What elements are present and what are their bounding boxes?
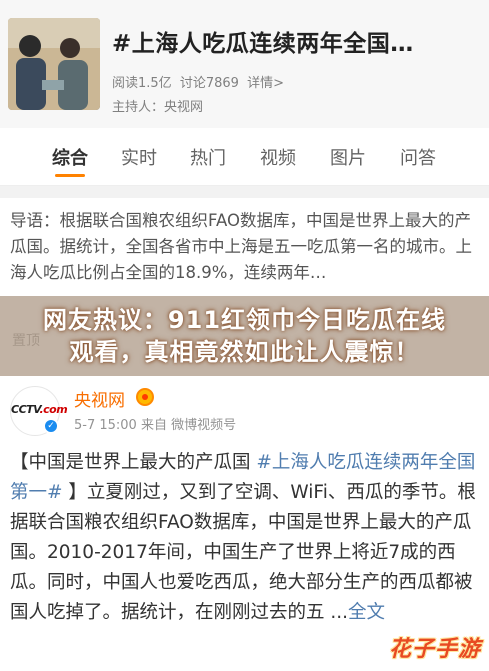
topic-thumbnail[interactable]	[8, 18, 100, 110]
post-text-rest: 】立夏刚过，又到了空调、WiFi、西瓜的季节。根据联合国粮农组织FAO数据库，中…	[10, 482, 476, 623]
avatar-logo-main: CCTV	[11, 403, 40, 416]
banner-line-2: 观看，真相竟然如此让人震惊！	[69, 338, 420, 366]
watermark-logo: 花子手游	[388, 637, 481, 662]
active-tab-indicator	[55, 174, 85, 177]
post-text-start: 【中国是世界上最大的产瓜国	[10, 452, 257, 473]
tab-overall[interactable]: 综合	[40, 144, 100, 170]
topic-title: #上海人吃瓜连续两年全国…	[112, 31, 414, 57]
post-meta: 5-7 15:00 来自 微博视频号	[74, 418, 237, 433]
tab-realtime[interactable]: 实时	[109, 144, 169, 170]
banner-line-1: 网友热议：911红领巾今日吃瓜在线	[42, 306, 447, 334]
topic-host[interactable]: 主持人：央视网	[112, 96, 203, 115]
verified-icon: ✓	[43, 418, 59, 434]
avatar-logo-suffix: .com	[39, 403, 68, 416]
topic-stats: 阅读1.5亿 讨论7869 详情>	[112, 72, 284, 91]
post-body: 【中国是世界上最大的产瓜国 #上海人吃瓜连续两年全国第一# 】立夏刚过，又到了空…	[10, 448, 482, 628]
author-name[interactable]: 央视网	[74, 386, 125, 411]
tab-bar: 综合 实时 热门 视频 图片 问答	[0, 128, 489, 186]
tab-hot[interactable]: 热门	[178, 144, 238, 170]
overlay-banner: 网友热议：911红领巾今日吃瓜在线 观看，真相竟然如此让人震惊！	[0, 296, 489, 376]
member-badge-icon[interactable]	[136, 388, 154, 406]
details-link[interactable]: 详情>	[247, 76, 284, 91]
discussion-count: 讨论7869	[179, 76, 239, 91]
read-count: 阅读1.5亿	[112, 76, 172, 91]
full-text-link[interactable]: 全文	[348, 602, 385, 623]
tab-images[interactable]: 图片	[318, 144, 378, 170]
topic-header: #上海人吃瓜连续两年全国… 阅读1.5亿 讨论7869 详情> 主持人：央视网	[0, 0, 489, 128]
tab-video[interactable]: 视频	[248, 144, 308, 170]
tab-qa[interactable]: 问答	[388, 144, 448, 170]
section-divider	[0, 186, 489, 198]
topic-intro[interactable]: 导语：根据联合国粮农组织FAO数据库，中国是世界上最大的产瓜国。据统计，全国各省…	[10, 208, 482, 286]
avatar-logo: CCTV.com	[11, 403, 68, 416]
